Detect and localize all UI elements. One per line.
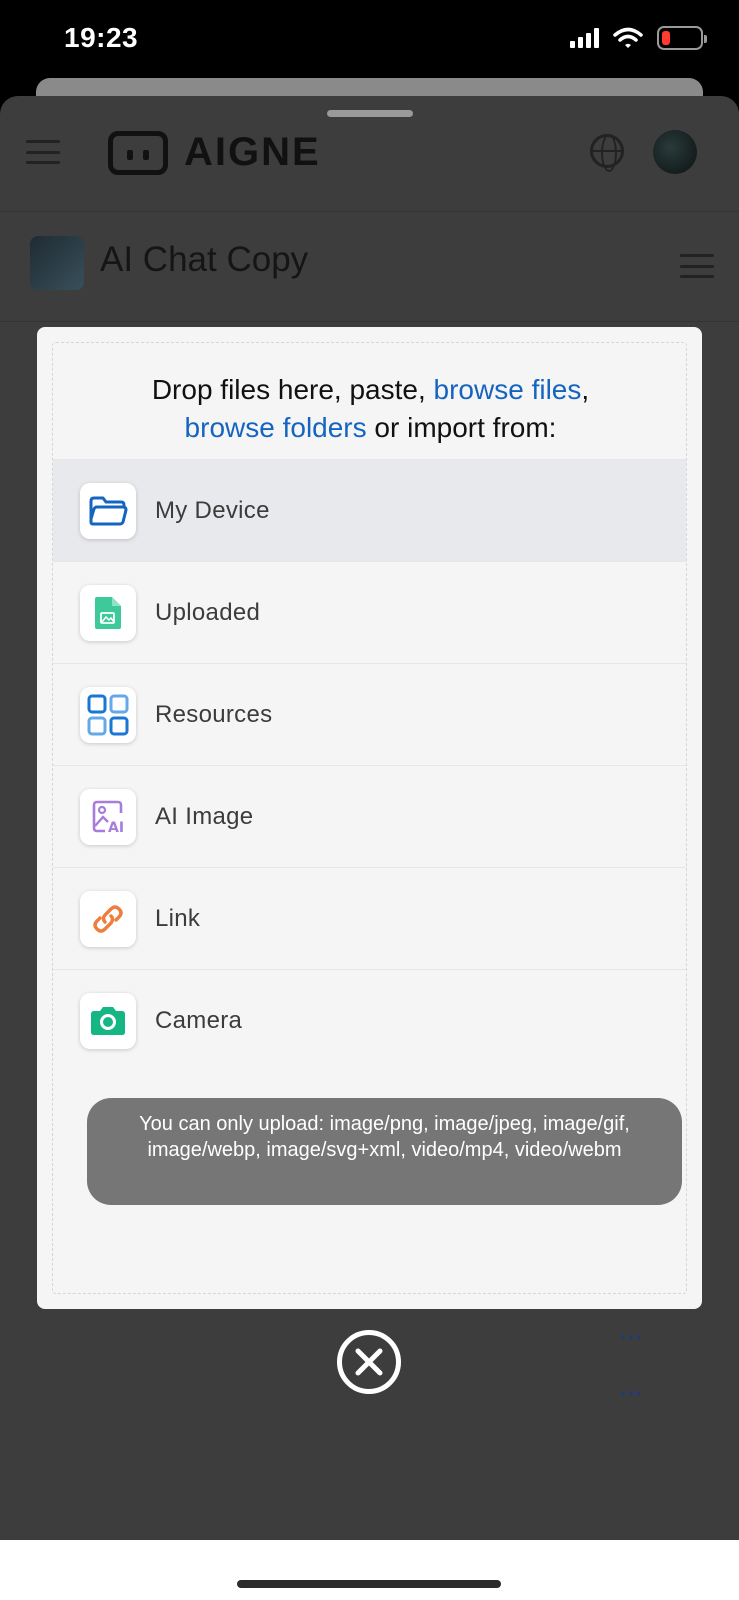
browse-folders-link[interactable]: browse folders bbox=[185, 412, 367, 443]
home-indicator-area bbox=[0, 1540, 739, 1600]
image-file-icon bbox=[80, 584, 136, 641]
app-thumbnail bbox=[30, 236, 84, 290]
status-icons bbox=[570, 26, 707, 50]
home-indicator[interactable] bbox=[237, 1580, 501, 1588]
grid-icon bbox=[80, 686, 136, 743]
source-camera[interactable]: Camera bbox=[53, 969, 686, 1071]
comma-text: , bbox=[581, 374, 590, 405]
close-icon bbox=[355, 1348, 383, 1376]
wifi-icon bbox=[613, 27, 643, 48]
app-title: AI Chat Copy bbox=[100, 240, 309, 279]
app-menu-icon[interactable] bbox=[680, 254, 714, 278]
avatar[interactable] bbox=[653, 130, 697, 174]
folder-icon bbox=[80, 482, 136, 539]
status-time: 19:23 bbox=[64, 22, 139, 53]
source-my-device[interactable]: My Device bbox=[53, 459, 686, 561]
source-label: Uploaded bbox=[155, 598, 261, 626]
row-menu-icon[interactable]: ... bbox=[620, 1318, 643, 1346]
drop-instructions: Drop files here, paste, browse files, br… bbox=[53, 371, 686, 447]
drop-zone[interactable]: Drop files here, paste, browse files, br… bbox=[52, 342, 687, 1294]
status-bar: 19:23 bbox=[0, 0, 739, 78]
source-label: Camera bbox=[155, 1006, 243, 1034]
browse-files-link[interactable]: browse files bbox=[434, 374, 582, 405]
globe-icon[interactable] bbox=[590, 134, 624, 172]
source-uploaded[interactable]: Uploaded bbox=[53, 561, 686, 663]
source-label: My Device bbox=[155, 496, 270, 524]
close-button[interactable] bbox=[337, 1330, 401, 1394]
svg-text:AI: AI bbox=[108, 820, 124, 834]
logo-mark bbox=[108, 130, 168, 175]
menu-icon[interactable] bbox=[26, 140, 60, 164]
camera-icon bbox=[80, 992, 136, 1049]
link-icon bbox=[80, 890, 136, 947]
source-link[interactable]: Link bbox=[53, 867, 686, 969]
logo-text: AIGNE bbox=[184, 130, 321, 174]
row-menu-icon[interactable]: ... bbox=[620, 1374, 643, 1402]
source-ai-image[interactable]: AI AI Image bbox=[53, 765, 686, 867]
cellular-signal-icon bbox=[570, 28, 599, 48]
upload-dialog: Drop files here, paste, browse files, br… bbox=[37, 327, 702, 1309]
app-header: AIGNE bbox=[0, 96, 739, 212]
source-list: My Device Uploaded Resources AI AI Image… bbox=[53, 459, 686, 1071]
battery-icon bbox=[657, 26, 707, 50]
ai-image-icon: AI bbox=[80, 788, 136, 845]
upload-restriction-toast: You can only upload: image/png, image/jp… bbox=[87, 1098, 682, 1205]
source-label: AI Image bbox=[155, 802, 254, 830]
drop-suffix-text: or import from: bbox=[366, 412, 557, 443]
drop-prefix-text: Drop files here, paste, bbox=[151, 374, 434, 405]
source-resources[interactable]: Resources bbox=[53, 663, 686, 765]
source-label: Resources bbox=[155, 700, 273, 728]
app-subheader: AI Chat Copy bbox=[0, 212, 739, 322]
aigne-logo: AIGNE bbox=[108, 130, 321, 175]
source-label: Link bbox=[155, 904, 201, 932]
